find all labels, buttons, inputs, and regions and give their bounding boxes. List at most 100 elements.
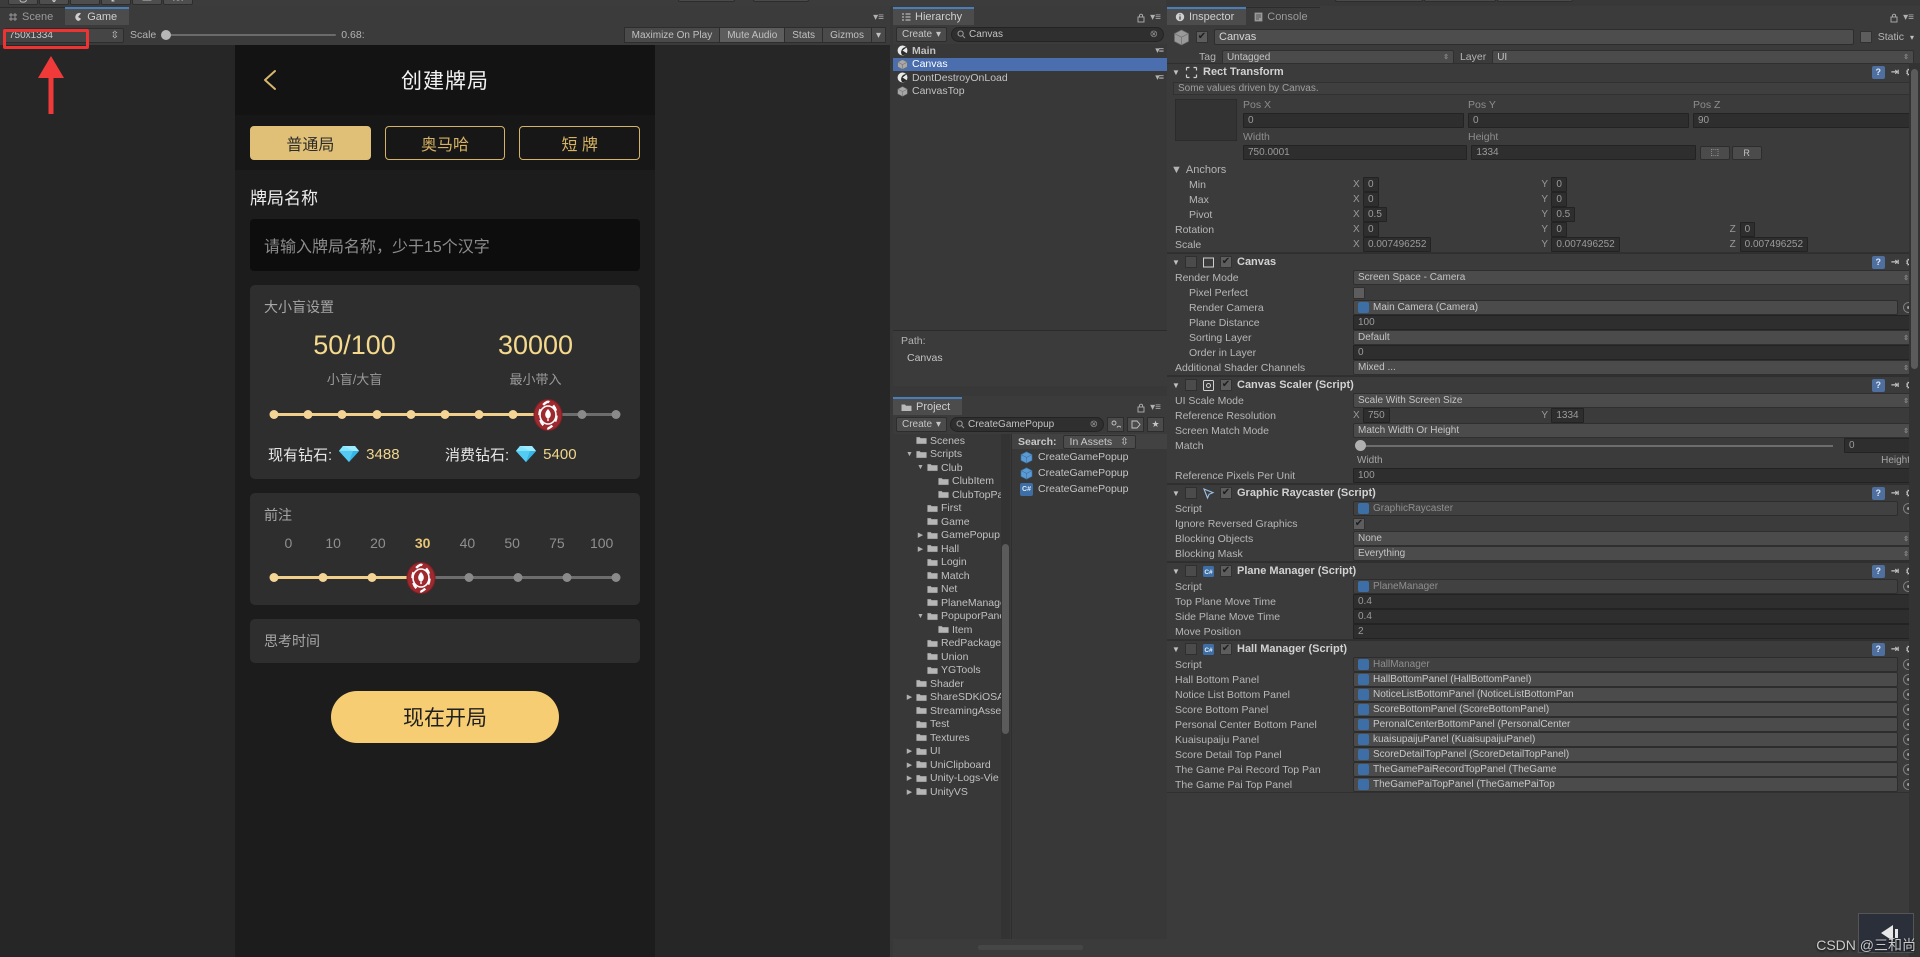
project-tree-item[interactable]: Match — [893, 569, 1011, 583]
move-tool-icon[interactable] — [39, 0, 69, 5]
help-icon[interactable]: ? — [1871, 564, 1885, 578]
search-result-item[interactable]: C# CreateGamePopup — [1012, 481, 1167, 497]
hierarchy-item[interactable]: DontDestroyOnLoad ▾≡ — [893, 71, 1167, 85]
rect-field-z[interactable]: 0 — [1739, 222, 1756, 237]
start-game-button[interactable]: 现在开局 — [331, 690, 559, 743]
anchors-section-header[interactable]: ▼ Anchors — [1167, 162, 1920, 177]
clear-search-icon[interactable]: ⊗ — [1150, 29, 1158, 40]
project-search-input[interactable]: CreateGamePopup ⊗ — [950, 417, 1104, 432]
component-enabled-checkbox[interactable]: ✔ — [1220, 379, 1232, 391]
project-panel-controls[interactable]: ▾≡ — [1137, 402, 1167, 415]
lock-icon[interactable] — [1890, 13, 1898, 23]
object-field[interactable]: ScoreDetailTopPanel (ScoreDetailTopPanel… — [1353, 747, 1898, 762]
tab-project[interactable]: Project — [893, 397, 963, 415]
lock-icon[interactable] — [1137, 403, 1145, 413]
project-tree-item[interactable]: Union — [893, 650, 1011, 664]
space-toggle[interactable]: Global — [753, 0, 809, 2]
rect-field-x[interactable]: 0 — [1363, 192, 1379, 207]
component-header[interactable]: ▼✔Canvas?⇥⚙ — [1167, 253, 1920, 270]
stats-button[interactable]: Stats — [785, 27, 824, 43]
property-dropdown[interactable]: Everything ⇳ — [1353, 546, 1914, 561]
property-dropdown[interactable]: Mixed ... ⇳ — [1353, 360, 1914, 375]
scale-slider-knob[interactable] — [161, 30, 172, 40]
pivot-toggle[interactable]: Center — [678, 0, 736, 2]
disclosure-triangle-icon[interactable]: ▶ — [917, 531, 924, 539]
object-field[interactable]: HallManager — [1353, 657, 1898, 672]
project-tree-item[interactable]: ▶ ShareSDKiOSA — [893, 691, 1011, 705]
object-field[interactable]: Main Camera (Camera) — [1353, 300, 1898, 315]
scale-slider-group[interactable]: Scale 0.68: — [130, 29, 365, 41]
property-text-field[interactable]: 100 — [1353, 468, 1914, 483]
maximize-on-play-button[interactable]: Maximize On Play — [623, 27, 721, 43]
static-dropdown-arrow[interactable]: ▾ — [1910, 33, 1914, 42]
pos-value[interactable]: 90 — [1693, 113, 1914, 128]
project-tree-item[interactable]: Scenes — [893, 434, 1011, 448]
component-blank-toggle[interactable] — [1185, 379, 1197, 391]
component-blank-toggle[interactable] — [1185, 643, 1197, 655]
property-text-field[interactable]: 0.4 — [1353, 609, 1914, 624]
project-tree-item[interactable]: Test — [893, 718, 1011, 732]
mute-audio-button[interactable]: Mute Audio — [720, 27, 786, 43]
favorites-star-icon[interactable]: ★ — [1147, 417, 1164, 432]
disclosure-triangle-icon[interactable]: ▶ — [906, 693, 913, 701]
object-name-input[interactable]: Canvas — [1214, 29, 1854, 45]
hierarchy-tree[interactable]: Main ▾≡ Canvas DontDestroyOnLoad ▾≡ CanvasTop — [893, 44, 1167, 330]
preset-icon[interactable]: ⇥ — [1891, 67, 1899, 78]
project-tree-item[interactable]: PlaneManage — [893, 596, 1011, 610]
disclosure-triangle-icon[interactable]: ▶ — [917, 545, 924, 553]
layers-dropdown[interactable]: Layers — [1424, 0, 1496, 2]
static-checkbox[interactable]: ✔ — [1859, 31, 1872, 43]
property-dropdown[interactable]: Default ⇳ — [1353, 330, 1914, 345]
project-tree-item[interactable]: ClubTopPa — [893, 488, 1011, 502]
tab-scene[interactable]: Scene — [0, 7, 66, 25]
preset-icon[interactable]: ⇥ — [1891, 380, 1899, 391]
scale-slider-track[interactable] — [161, 30, 337, 40]
inspector-scrollbar[interactable] — [1909, 63, 1920, 957]
ante-slider[interactable] — [264, 561, 626, 594]
mode-tab-omaha[interactable]: 奥马哈 — [384, 125, 506, 160]
disclosure-triangle-icon[interactable]: ▼ — [917, 613, 924, 620]
mode-tab-shortdeck[interactable]: 短 牌 — [519, 125, 641, 160]
disclosure-triangle-icon[interactable]: ▶ — [906, 761, 913, 769]
preset-icon[interactable]: ⇥ — [1891, 488, 1899, 499]
project-folder-tree[interactable]: Scenes ▼ Scripts ▼ Club ClubItem ClubTopPa Firs… — [893, 434, 1011, 939]
disclosure-triangle-icon[interactable]: ▼ — [1172, 381, 1180, 390]
think-time-card[interactable]: 思考时间 — [250, 618, 640, 663]
project-tree-item[interactable]: Login — [893, 556, 1011, 570]
rect-field-y[interactable]: 0 — [1551, 192, 1567, 207]
project-create-button[interactable]: Create ▾ — [896, 417, 948, 432]
gizmos-button[interactable]: Gizmos — [823, 27, 872, 43]
hierarchy-item[interactable]: Main ▾≡ — [893, 44, 1167, 58]
hierarchy-options-icon[interactable]: ▾≡ — [1150, 12, 1161, 23]
preset-icon[interactable]: ⇥ — [1891, 257, 1899, 268]
blind-slider-chip-handle[interactable] — [533, 398, 563, 431]
scale-tool-icon[interactable] — [101, 0, 131, 5]
search-scope-dropdown[interactable]: In Assets ⇳ — [1062, 434, 1136, 449]
search-result-item[interactable]: CreateGamePopup — [1012, 449, 1167, 465]
filter-label-icon[interactable] — [1127, 417, 1144, 432]
help-icon[interactable]: ? — [1871, 378, 1885, 392]
project-tree-item[interactable]: ▶ UniClipboard — [893, 758, 1011, 772]
rect-field-x[interactable]: 0.007496252 — [1363, 237, 1432, 252]
object-field[interactable]: TheGamePaiRecordTopPanel (TheGame — [1353, 762, 1898, 777]
hierarchy-search-input[interactable]: Canvas ⊗ — [951, 27, 1164, 42]
disclosure-triangle-icon[interactable]: ▼ — [917, 464, 924, 471]
game-panel-menu[interactable]: ▾≡ — [873, 12, 890, 25]
account-dropdown[interactable]: Account — [1335, 0, 1423, 2]
property-checkbox[interactable]: ✔ — [1353, 518, 1365, 530]
disclosure-triangle-icon[interactable]: ▼ — [1171, 164, 1182, 176]
transform-tool-icon[interactable] — [163, 0, 193, 5]
blind-slider[interactable] — [264, 398, 626, 431]
rect-field-x[interactable]: 0 — [1363, 177, 1379, 192]
project-tree-item[interactable]: YGTools — [893, 664, 1011, 678]
property-dropdown[interactable]: Match Width Or Height ⇳ — [1353, 423, 1914, 438]
rect-tool-icon[interactable] — [132, 0, 162, 5]
rect-field-x[interactable]: 0.5 — [1363, 207, 1387, 222]
hierarchy-panel-controls[interactable]: ▾≡ — [1137, 12, 1167, 25]
component-enabled-checkbox[interactable]: ✔ — [1220, 565, 1232, 577]
scrollbar-thumb[interactable] — [1002, 544, 1009, 734]
project-tree-item[interactable]: ClubItem — [893, 475, 1011, 489]
project-tree-item[interactable]: Item — [893, 623, 1011, 637]
rect-field-y[interactable]: 0 — [1551, 222, 1567, 237]
object-field[interactable]: kuaisupaijuPanel (KuaisupaijuPanel) — [1353, 732, 1898, 747]
